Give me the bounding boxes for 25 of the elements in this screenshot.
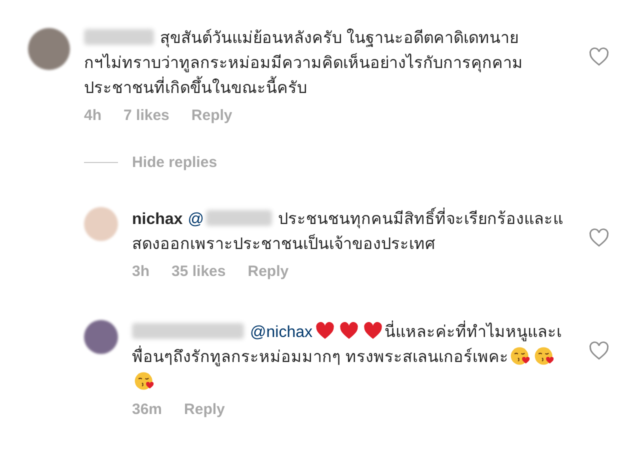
kiss-emoji-icon xyxy=(534,346,554,366)
avatar[interactable] xyxy=(28,28,70,70)
comment-time: 3h xyxy=(132,263,150,280)
heart-icon[interactable] xyxy=(588,227,610,249)
blurred-username xyxy=(206,210,272,226)
comment-time: 4h xyxy=(84,107,102,124)
heart-icon[interactable] xyxy=(588,340,610,362)
reply-button[interactable]: Reply xyxy=(248,263,289,280)
blurred-username xyxy=(84,29,154,45)
heart-icon[interactable] xyxy=(588,46,610,68)
comment-text: สุขสันต์วันแม่ย้อนหลังครับ ในฐานะอดีตคาดิเดทนายกฯไม่ทราบว่าทูลกระหม่อมมีความคิดเห็นอย่างไรกับการคุกคามประชาชนที่เกิดขึ้นในขณะนี้ครับ xyxy=(84,28,524,99)
heart-emoji-icon xyxy=(338,321,358,341)
heart-emoji-icon xyxy=(362,321,382,341)
likes-count[interactable]: 35 likes xyxy=(172,263,226,280)
heart-emoji-icon xyxy=(314,321,334,341)
comment-text: nichax @ ประชนชนทุกคนมีสิทธิ์ที่จะเรียกร้องและแสดงออกเพราะประชาชนเป็นเจ้าของประเทศ xyxy=(132,207,572,257)
avatar[interactable] xyxy=(84,320,118,354)
comment-time: 36m xyxy=(132,401,162,418)
reply-button[interactable]: Reply xyxy=(184,401,225,418)
hide-replies-button[interactable]: Hide replies xyxy=(132,154,218,171)
comment-text: @nichax นี่แหละค่ะที่ทำไมหนูและเพื่อนๆถึงรักทูลกระหม่อมมากๆ ทรงพระสเลนเกอร์เพคะ xyxy=(132,320,572,395)
likes-count[interactable]: 7 likes xyxy=(124,107,170,124)
kiss-emoji-icon xyxy=(510,346,530,366)
reply-button[interactable]: Reply xyxy=(191,107,232,124)
kiss-emoji-icon xyxy=(134,371,154,391)
